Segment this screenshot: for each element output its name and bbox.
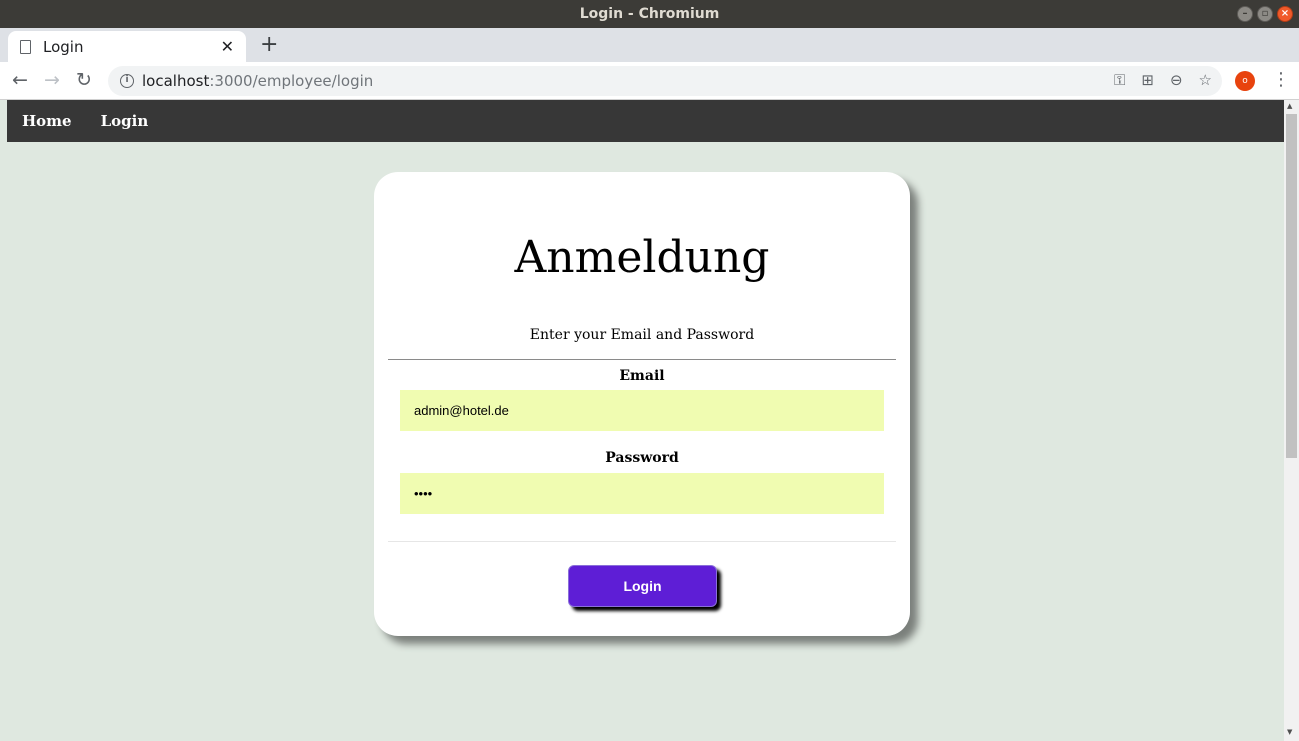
new-tab-icon[interactable]: + — [260, 32, 278, 58]
site-navbar: Home Login — [7, 100, 1284, 142]
close-window-icon[interactable]: × — [1277, 6, 1293, 22]
page-title: Anmeldung — [514, 232, 770, 283]
address-bar-actions: ⚿ ⊞ ⊖ ☆ — [1114, 71, 1212, 89]
browser-toolbar: ← → ↻ i localhost:3000/employee/login ⚿ … — [0, 62, 1299, 100]
divider — [388, 541, 896, 542]
scroll-up-icon[interactable]: ▲ — [1287, 102, 1292, 110]
scroll-down-icon[interactable]: ▼ — [1287, 728, 1292, 736]
form-subtitle: Enter your Email and Password — [529, 327, 755, 343]
password-label: Password — [605, 450, 679, 466]
tab-title: Login — [43, 37, 84, 56]
close-tab-icon[interactable]: ✕ — [221, 37, 234, 56]
tab-strip: Login ✕ + — [0, 28, 1299, 62]
email-field[interactable] — [400, 390, 884, 431]
password-field[interactable] — [400, 473, 884, 514]
nav-home-link[interactable]: Home — [22, 112, 72, 130]
info-icon[interactable]: i — [120, 74, 134, 88]
key-icon[interactable]: ⚿ — [1114, 71, 1125, 89]
login-button[interactable]: Login — [568, 565, 717, 607]
zoom-out-icon[interactable]: ⊖ — [1170, 71, 1183, 89]
maximize-icon[interactable]: ▫ — [1257, 6, 1273, 22]
scroll-thumb[interactable] — [1286, 114, 1297, 458]
divider — [388, 359, 896, 360]
window-titlebar: Login - Chromium – ▫ × — [0, 0, 1299, 28]
menu-icon[interactable]: ⋮ — [1272, 69, 1290, 91]
tab-login[interactable]: Login ✕ — [8, 31, 246, 62]
nav-login-link[interactable]: Login — [101, 112, 149, 130]
url-path: :3000/employee/login — [209, 72, 374, 90]
window-title: Login - Chromium — [579, 6, 720, 22]
address-bar[interactable]: i localhost:3000/employee/login ⚿ ⊞ ⊖ ☆ — [108, 66, 1222, 96]
page-icon — [20, 39, 31, 54]
email-label: Email — [619, 368, 665, 384]
reload-icon[interactable]: ↻ — [76, 69, 92, 91]
back-icon[interactable]: ← — [12, 69, 28, 91]
minimize-icon[interactable]: – — [1237, 6, 1253, 22]
forward-icon[interactable]: → — [44, 69, 60, 91]
url-host: localhost — [142, 72, 210, 90]
profile-avatar[interactable]: o — [1235, 71, 1255, 91]
star-icon[interactable]: ☆ — [1199, 71, 1212, 89]
login-card: Anmeldung Enter your Email and Password … — [374, 172, 910, 636]
page-scrollbar[interactable]: ▲ ▼ — [1284, 100, 1299, 741]
translate-icon[interactable]: ⊞ — [1141, 71, 1154, 89]
window-controls: – ▫ × — [1237, 6, 1293, 22]
